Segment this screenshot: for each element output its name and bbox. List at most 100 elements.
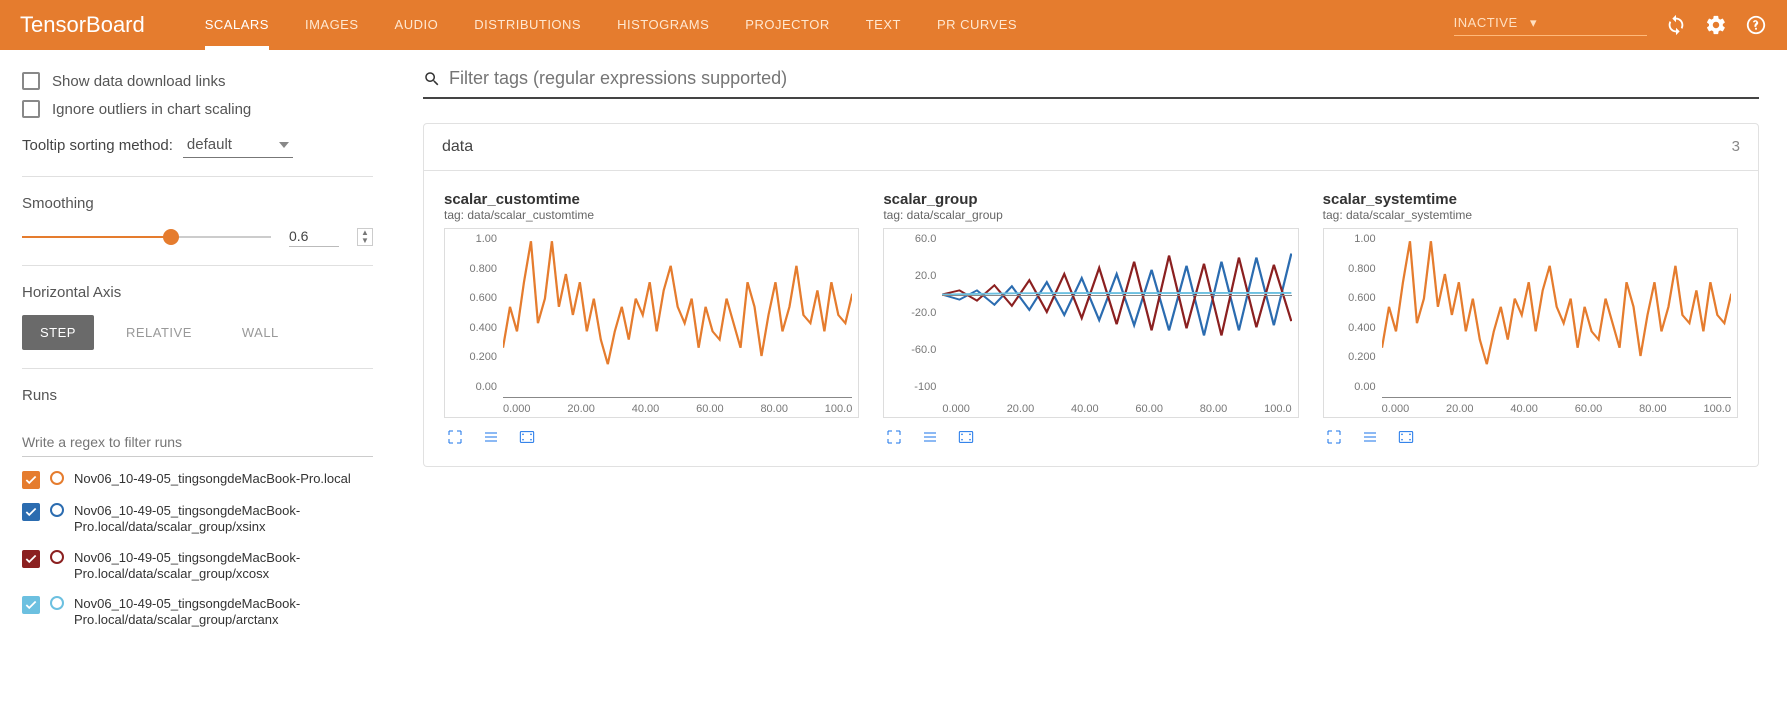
slider-thumb[interactable] [163,229,179,245]
run-checkbox[interactable] [22,471,40,489]
divider [22,368,373,369]
chart-card: scalar_systemtime tag: data/scalar_syste… [1323,191,1738,446]
group-body: scalar_customtime tag: data/scalar_custo… [423,171,1759,467]
runs-label: Runs [22,387,373,404]
group-header[interactable]: data 3 [423,123,1759,171]
chart-card: scalar_customtime tag: data/scalar_custo… [444,191,859,446]
list-icon[interactable] [480,428,502,446]
run-item[interactable]: Nov06_10-49-05_tingsongdeMacBook-Pro.loc… [22,550,373,583]
chart-plot[interactable]: 1.000.8000.6000.4000.2000.00 0.00020.004… [1323,228,1738,418]
chart-subtitle: tag: data/scalar_group [883,208,1298,222]
nav-tab-histograms[interactable]: HISTOGRAMS [617,1,709,50]
run-item[interactable]: Nov06_10-49-05_tingsongdeMacBook-Pro.loc… [22,503,373,536]
nav-tab-scalars[interactable]: SCALARS [205,1,269,50]
x-axis: 0.00020.0040.0060.0080.00100.0 [1382,403,1731,415]
divider [22,265,373,266]
list-icon[interactable] [1359,428,1381,446]
axis-btn-step[interactable]: STEP [22,315,94,350]
x-axis: 0.00020.0040.0060.0080.00100.0 [942,403,1291,415]
chevron-down-icon: ▾ [1530,15,1537,30]
tooltip-sort-select[interactable]: default [183,132,293,158]
group-count: 3 [1732,138,1740,156]
main-content: data 3 scalar_customtime tag: data/scala… [395,50,1787,651]
chart-subtitle: tag: data/scalar_customtime [444,208,859,222]
fit-icon[interactable] [516,428,538,446]
nav-tab-images[interactable]: IMAGES [305,1,359,50]
expand-icon[interactable] [1323,428,1345,446]
smoothing-slider[interactable] [22,236,271,238]
run-checkbox[interactable] [22,596,40,614]
tag-filter-row [423,68,1759,99]
show-download-checkbox[interactable] [22,72,40,90]
y-axis: 60.020.0-20.0-60.0-100 [884,229,942,397]
run-name: Nov06_10-49-05_tingsongdeMacBook-Pro.loc… [74,471,351,487]
tooltip-sort-label: Tooltip sorting method: [22,137,173,154]
tooltip-sort-value: default [187,136,232,153]
group-name: data [442,138,473,156]
list-icon[interactable] [919,428,941,446]
chart-toolbar [1323,428,1738,446]
run-item[interactable]: Nov06_10-49-05_tingsongdeMacBook-Pro.loc… [22,471,373,489]
chart-subtitle: tag: data/scalar_systemtime [1323,208,1738,222]
ignore-outliers-label: Ignore outliers in chart scaling [52,101,251,118]
run-name: Nov06_10-49-05_tingsongdeMacBook-Pro.loc… [74,503,373,536]
app-header: TensorBoard SCALARS IMAGES AUDIO DISTRIBUTI… [0,0,1787,50]
run-name: Nov06_10-49-05_tingsongdeMacBook-Pro.loc… [74,550,373,583]
fit-icon[interactable] [955,428,977,446]
run-checkbox[interactable] [22,503,40,521]
settings-icon[interactable] [1705,14,1727,36]
nav-tab-pr curves[interactable]: PR CURVES [937,1,1017,50]
expand-icon[interactable] [883,428,905,446]
y-axis: 1.000.8000.6000.4000.2000.00 [1324,229,1382,397]
inactive-label-text: INACTIVE [1454,15,1518,30]
chart-title: scalar_customtime [444,191,859,208]
nav-tab-projector[interactable]: PROJECTOR [745,1,829,50]
run-color-icon [50,596,64,610]
horizontal-axis-label: Horizontal Axis [22,284,373,301]
chart-title: scalar_systemtime [1323,191,1738,208]
chart-title: scalar_group [883,191,1298,208]
run-name: Nov06_10-49-05_tingsongdeMacBook-Pro.loc… [74,596,373,629]
nav-tab-distributions[interactable]: DISTRIBUTIONS [474,1,581,50]
tag-filter-input[interactable] [449,68,1759,89]
run-color-icon [50,503,64,517]
expand-icon[interactable] [444,428,466,446]
reload-icon[interactable] [1665,14,1687,36]
run-item[interactable]: Nov06_10-49-05_tingsongdeMacBook-Pro.loc… [22,596,373,629]
smoothing-label: Smoothing [22,195,373,212]
sidebar: Show data download links Ignore outliers… [0,50,395,651]
show-download-label: Show data download links [52,73,225,90]
tooltip-sort-row: Tooltip sorting method: default [22,132,373,158]
app-logo: TensorBoard [20,12,145,38]
x-axis: 0.00020.0040.0060.0080.00100.0 [503,403,852,415]
axis-button-group: STEP RELATIVE WALL [22,315,373,350]
divider [22,176,373,177]
show-download-row[interactable]: Show data download links [22,72,373,90]
header-right: INACTIVE ▾ [1454,14,1767,36]
nav-tab-text[interactable]: TEXT [866,1,901,50]
nav-tabs: SCALARS IMAGES AUDIO DISTRIBUTIONS HISTOGRAM… [205,1,1454,50]
chart-toolbar [444,428,859,446]
fit-icon[interactable] [1395,428,1417,446]
smoothing-slider-row: 0.6 ▲▼ [22,226,373,247]
axis-btn-wall[interactable]: WALL [224,315,297,350]
chevron-down-icon [279,142,289,148]
ignore-outliers-checkbox[interactable] [22,100,40,118]
chart-plot[interactable]: 1.000.8000.6000.4000.2000.00 0.00020.004… [444,228,859,418]
smoothing-value[interactable]: 0.6 [289,226,339,247]
chart-card: scalar_group tag: data/scalar_group 60.0… [883,191,1298,446]
run-checkbox[interactable] [22,550,40,568]
inactive-dropdown[interactable]: INACTIVE ▾ [1454,15,1647,36]
runs-filter-input[interactable] [22,428,373,457]
axis-btn-relative[interactable]: RELATIVE [108,315,210,350]
runs-list: Nov06_10-49-05_tingsongdeMacBook-Pro.loc… [22,471,373,629]
y-axis: 1.000.8000.6000.4000.2000.00 [445,229,503,397]
chart-toolbar [883,428,1298,446]
ignore-outliers-row[interactable]: Ignore outliers in chart scaling [22,100,373,118]
smoothing-stepper[interactable]: ▲▼ [357,228,373,246]
help-icon[interactable] [1745,14,1767,36]
search-icon [423,70,441,88]
chart-plot[interactable]: 60.020.0-20.0-60.0-100 0.00020.0040.0060… [883,228,1298,418]
run-color-icon [50,471,64,485]
nav-tab-audio[interactable]: AUDIO [395,1,439,50]
